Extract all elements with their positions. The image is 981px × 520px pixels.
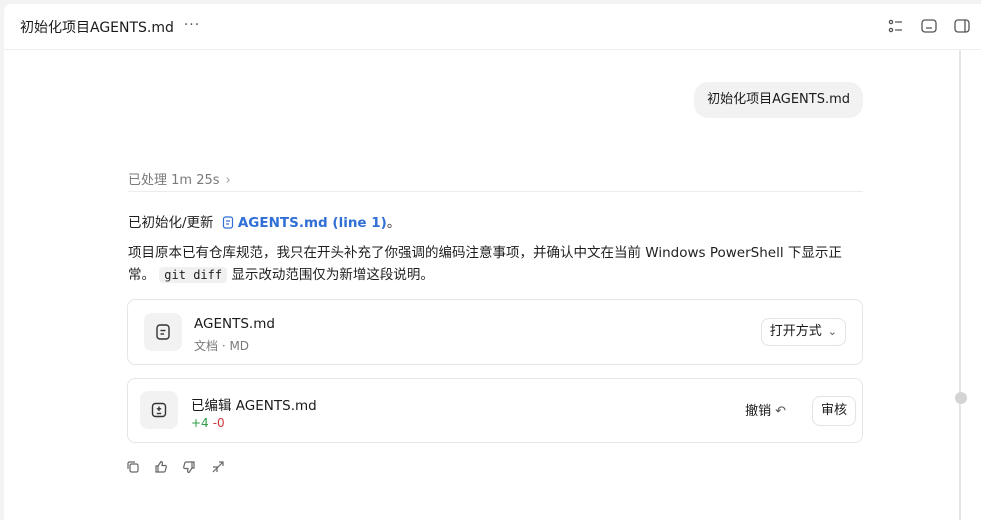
user-message-bubble: 初始化项目AGENTS.md <box>694 82 863 118</box>
divider <box>128 191 863 192</box>
fork-icon[interactable] <box>210 459 226 475</box>
more-options-button[interactable]: ··· <box>180 14 204 38</box>
edit-card-title: 已编辑 AGENTS.md <box>191 398 317 414</box>
terminal-panel-icon[interactable] <box>919 16 939 36</box>
lines-removed: -0 <box>212 416 225 430</box>
page-title: 初始化项目AGENTS.md <box>20 20 174 36</box>
reply-summary: 已初始化/更新 AGENTS.md (line 1)。 <box>128 211 400 233</box>
scrollbar-thumb[interactable] <box>955 392 967 404</box>
undo-icon: ↶ <box>775 404 786 419</box>
undo-button[interactable]: 撤销 ↶ <box>745 400 786 419</box>
processed-toggle[interactable]: 已处理 1m 25s › <box>128 169 231 188</box>
reply-prefix: 已初始化/更新 <box>128 215 214 231</box>
document-icon <box>144 313 182 351</box>
file-card-name: AGENTS.md <box>194 316 275 332</box>
review-button[interactable]: 审核 <box>811 396 856 426</box>
diff-stats: +4 -0 <box>191 416 225 430</box>
undo-label: 撤销 <box>745 404 772 419</box>
app-window: 初始化项目AGENTS.md ··· 初始化项目AGENTS.md 已处理 1m… <box>4 4 981 520</box>
reply-text-2: 显示改动范围仅为新增这段说明。 <box>231 267 434 283</box>
open-with-button[interactable]: 打开方式 ⌄ <box>760 318 846 346</box>
diff-icon <box>140 391 178 429</box>
file-card-meta: 文档 · MD <box>194 339 250 353</box>
file-card[interactable]: AGENTS.md 文档 · MD 打开方式 ⌄ <box>127 299 863 365</box>
thumbs-up-icon[interactable] <box>153 459 169 475</box>
reply-suffix: 。 <box>386 215 401 231</box>
thumbs-down-icon[interactable] <box>181 459 197 475</box>
open-with-label: 打开方式 <box>769 324 822 339</box>
file-link[interactable]: AGENTS.md (line 1) <box>222 215 387 231</box>
edit-card: 已编辑 AGENTS.md +4 -0 撤销 ↶ 审核 <box>127 378 863 443</box>
checklist-icon[interactable] <box>886 16 906 36</box>
file-link-label: AGENTS.md (line 1) <box>237 215 387 231</box>
inline-code: git diff <box>159 267 228 283</box>
copy-icon[interactable] <box>125 459 141 475</box>
chevron-down-icon: ⌄ <box>827 325 837 338</box>
file-icon <box>222 216 234 233</box>
sidebar-toggle-icon[interactable] <box>952 16 972 36</box>
processed-label: 已处理 1m 25s <box>128 173 220 188</box>
reply-paragraph: 项目原本已有仓库规范，我只在开头补充了你强调的编码注意事项，并确认中文在当前 W… <box>128 242 863 286</box>
chevron-right-icon: › <box>225 173 231 188</box>
scrollbar-track[interactable] <box>959 50 961 520</box>
lines-added: +4 <box>191 416 209 430</box>
header-bar: 初始化项目AGENTS.md ··· <box>4 4 981 50</box>
